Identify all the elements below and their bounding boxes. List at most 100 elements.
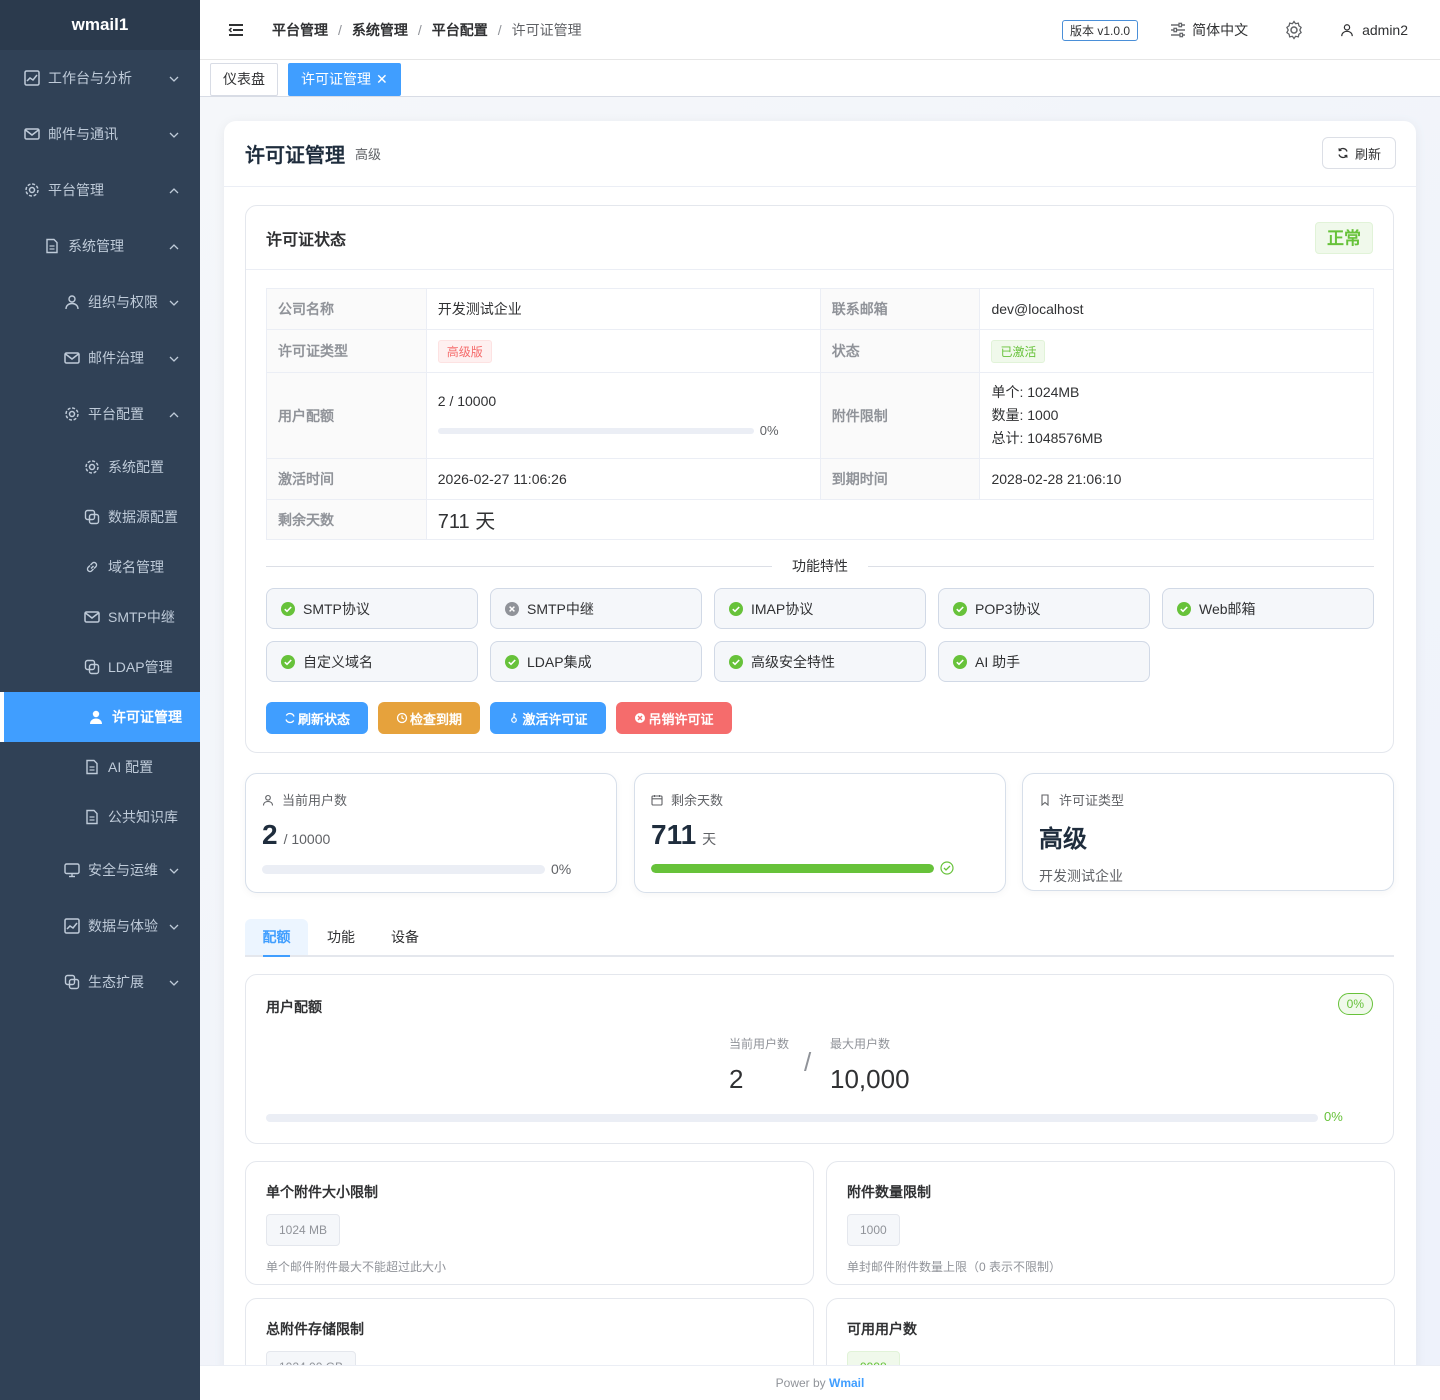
stat-label: 许可证类型 bbox=[1059, 793, 1125, 808]
sidebar-item-label: 平台配置 bbox=[88, 406, 144, 422]
activate-license-button[interactable]: 激活许可证 bbox=[490, 702, 606, 734]
check-expiry-button[interactable]: 检查到期 bbox=[378, 702, 480, 734]
footer-brand[interactable]: Wmail bbox=[829, 1376, 864, 1390]
sidebar-item-system-config[interactable]: 系统配置 bbox=[0, 442, 200, 492]
settings-gear-icon[interactable] bbox=[1284, 20, 1304, 40]
attach-single: 单个: 1024MB bbox=[991, 384, 1080, 400]
sidebar-item-knowledge[interactable]: 公共知识库 bbox=[0, 792, 200, 842]
sidebar-item-platform[interactable]: 平台管理 bbox=[0, 162, 200, 218]
breadcrumb-item[interactable]: 系统管理 bbox=[352, 20, 408, 40]
sidebar-item-smtp-relay[interactable]: SMTP中继 bbox=[0, 592, 200, 642]
sidebar-item-org[interactable]: 组织与权限 bbox=[0, 274, 200, 330]
table-row: 剩余天数 711 天 bbox=[266, 499, 1375, 540]
sidebar-item-platform-config[interactable]: 平台配置 bbox=[0, 386, 200, 442]
limit-title: 总附件存储限制 bbox=[266, 1321, 364, 1337]
attach-total: 总计: 1048576MB bbox=[991, 430, 1103, 446]
sidebar-item-governance[interactable]: 邮件治理 bbox=[0, 330, 200, 386]
page-title: 许可证管理 bbox=[245, 145, 345, 167]
sidebar-item-datasource[interactable]: 数据源配置 bbox=[0, 492, 200, 542]
sidebar-item-data-experience[interactable]: 数据与体验 bbox=[0, 898, 200, 954]
status-card-header: 许可证状态 正常 bbox=[246, 206, 1393, 270]
sidebar-item-label: 邮件治理 bbox=[88, 350, 144, 366]
chevron-down-icon bbox=[168, 296, 180, 308]
chevron-down-icon bbox=[168, 976, 180, 988]
license-page-card: 许可证管理 高级 刷新 许可证状态 正常 公司名称 开发测试企业 联系邮箱 de… bbox=[224, 121, 1416, 1365]
sidebar-item-label: 组织与权限 bbox=[88, 294, 158, 310]
table-row: 用户配额 2 / 10000 0% 附件限制 单个: 1024MB 数量: 10… bbox=[266, 372, 1374, 459]
sidebar-item-label: 公共知识库 bbox=[108, 809, 178, 825]
sidebar-item-ldap[interactable]: LDAP管理 bbox=[0, 642, 200, 692]
breadcrumb-item[interactable]: 平台管理 bbox=[272, 20, 328, 40]
refresh-label: 刷新 bbox=[1354, 146, 1381, 162]
language-switcher[interactable]: 简体中文 bbox=[1170, 20, 1248, 40]
tab-quota[interactable]: 配额 bbox=[245, 919, 308, 957]
sidebar-item-workbench[interactable]: 工作台与分析 bbox=[0, 50, 200, 106]
sidebar-item-domain[interactable]: 域名管理 bbox=[0, 542, 200, 592]
check-circle-icon bbox=[953, 654, 967, 669]
chart-icon bbox=[64, 918, 80, 934]
gear-icon bbox=[24, 182, 40, 198]
quota-slash: / bbox=[804, 1047, 812, 1077]
refresh-status-button[interactable]: 刷新状态 bbox=[266, 702, 368, 734]
version-badge: 版本 v1.0.0 bbox=[1062, 19, 1139, 41]
close-icon[interactable]: ✕ bbox=[376, 71, 388, 87]
stat-value: 高级 bbox=[1039, 826, 1087, 853]
feature-label: LDAP集成 bbox=[527, 653, 592, 670]
tag-license[interactable]: 许可证管理 ✕ bbox=[288, 63, 401, 96]
quota-badge: 0% bbox=[1337, 993, 1373, 1015]
breadcrumb-item[interactable]: 平台配置 bbox=[432, 20, 488, 40]
days-progress-track bbox=[651, 863, 934, 873]
company-value: 开发测试企业 bbox=[425, 288, 821, 330]
type-label: 许可证类型 bbox=[266, 329, 427, 373]
sidebar-item-security-ops[interactable]: 安全与运维 bbox=[0, 842, 200, 898]
language-label: 简体中文 bbox=[1192, 22, 1249, 38]
limit-card: 附件数量限制 1000 单封邮件附件数量上限（0 表示不限制） bbox=[826, 1161, 1395, 1285]
chevron-down-icon bbox=[168, 128, 180, 140]
refresh-button[interactable]: 刷新 bbox=[1321, 137, 1396, 169]
email-label: 联系邮箱 bbox=[819, 288, 981, 330]
tab-devices[interactable]: 设备 bbox=[381, 919, 429, 955]
user-menu[interactable]: admin2 bbox=[1340, 22, 1408, 38]
tags-view: 仪表盘 许可证管理 ✕ bbox=[200, 60, 1440, 97]
mail-icon bbox=[84, 609, 100, 625]
quota-progress: 0% bbox=[437, 423, 809, 438]
max-users-label: 最大用户数 bbox=[830, 1037, 891, 1051]
stat-card-type: 许可证类型 高级 开发测试企业 bbox=[1022, 773, 1394, 891]
sidebar: wmail1 工作台与分析 邮件与通讯 平台管理 系统管理 组织与权限 邮件治理… bbox=[0, 0, 200, 1400]
expires-label: 到期时间 bbox=[819, 458, 981, 500]
check-circle-icon bbox=[281, 654, 295, 669]
feature-item: LDAP集成 bbox=[490, 641, 702, 682]
sidebar-item-mail[interactable]: 邮件与通讯 bbox=[0, 106, 200, 162]
button-label: 激活许可证 bbox=[522, 711, 588, 727]
user-quota-card: 用户配额 0% 当前用户数 2 / 最大用户数 10,000 0% bbox=[245, 974, 1394, 1144]
feature-item: POP3协议 bbox=[938, 588, 1150, 629]
stat-card-users: 当前用户数 2 / 10000 0% bbox=[245, 773, 617, 893]
copy-icon bbox=[84, 659, 100, 675]
sidebar-item-license[interactable]: 许可证管理 bbox=[0, 692, 200, 742]
sidebar-item-label: LDAP管理 bbox=[108, 659, 173, 675]
feature-item: 自定义域名 bbox=[266, 641, 478, 682]
quota-progress-track bbox=[437, 427, 754, 434]
sidebar-item-ai-config[interactable]: AI 配置 bbox=[0, 742, 200, 792]
brand-logo[interactable]: wmail1 bbox=[0, 0, 200, 50]
sidebar-item-label: 工作台与分析 bbox=[48, 70, 132, 86]
revoke-license-button[interactable]: 吊销许可证 bbox=[616, 702, 732, 734]
check-circle-icon bbox=[953, 601, 967, 616]
limit-desc: 单个邮件附件最大不能超过此大小 bbox=[266, 1260, 447, 1274]
sidebar-item-system[interactable]: 系统管理 bbox=[0, 218, 200, 274]
sidebar-item-ecosystem[interactable]: 生态扩展 bbox=[0, 954, 200, 1010]
current-users-value: 2 bbox=[729, 1064, 744, 1094]
table-row: 公司名称 开发测试企业 联系邮箱 dev@localhost bbox=[266, 288, 1374, 330]
feature-label: 自定义域名 bbox=[303, 653, 373, 670]
quota-value: 2 / 10000 bbox=[437, 393, 497, 409]
tab-features[interactable]: 功能 bbox=[317, 919, 365, 955]
limit-title: 附件数量限制 bbox=[847, 1184, 931, 1200]
limit-value: 9998 bbox=[847, 1351, 900, 1365]
user-icon bbox=[262, 794, 274, 806]
footer: Power by Wmail bbox=[200, 1365, 1440, 1400]
menu-toggle-icon[interactable] bbox=[228, 22, 244, 38]
current-users-label: 当前用户数 bbox=[729, 1037, 790, 1051]
tag-dashboard[interactable]: 仪表盘 bbox=[210, 63, 278, 96]
users-progress-pct: 0% bbox=[551, 861, 572, 877]
breadcrumb: 平台管理 / 系统管理 / 平台配置 / 许可证管理 bbox=[272, 20, 582, 40]
